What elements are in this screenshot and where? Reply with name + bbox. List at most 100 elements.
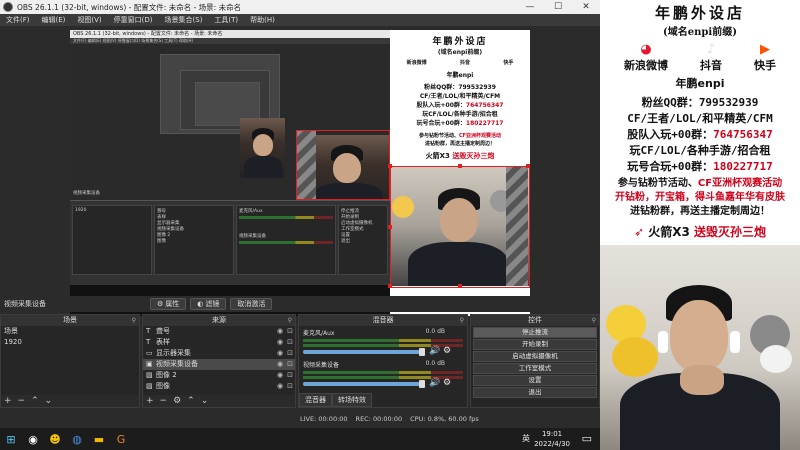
add-icon[interactable]: +: [146, 396, 154, 406]
start-virtual-camera-button[interactable]: 启动虚拟摄像机: [473, 351, 597, 362]
lock-icon[interactable]: ⊡: [285, 326, 295, 337]
dock-pin-icon[interactable]: ⚲: [592, 315, 596, 326]
eye-icon[interactable]: ◉: [275, 337, 285, 348]
speaker-icon[interactable]: 🔊: [429, 346, 440, 356]
source-item[interactable]: ▭ 显示器采集 ◉ ⊡: [143, 348, 295, 359]
scene-item[interactable]: 1920: [1, 337, 139, 348]
preview-area[interactable]: OBS 26.1.1 (32-bit, windows) - 配置文件: 未命名…: [0, 26, 600, 316]
lock-icon[interactable]: ⊡: [285, 337, 295, 348]
eye-icon[interactable]: ◉: [275, 326, 285, 337]
remove-icon[interactable]: −: [160, 396, 168, 406]
join-group-label: 股队入玩+00群：: [627, 128, 714, 141]
volume-slider[interactable]: [303, 380, 425, 388]
source-item[interactable]: T 聋号 ◉ ⊡: [143, 326, 295, 337]
canvas-qq-number: 799532939: [458, 84, 496, 91]
nested-control-item: 退出: [341, 239, 350, 244]
menu-view[interactable]: 视图(V): [71, 15, 107, 25]
arrow-up-icon[interactable]: ⌃: [187, 396, 195, 406]
dock-pin-icon[interactable]: ⚲: [460, 315, 464, 326]
tab-transitions[interactable]: 转场特效: [332, 393, 372, 407]
source-label: 聋号: [156, 327, 170, 335]
eye-icon[interactable]: ◉: [275, 348, 285, 359]
arrow-up-icon[interactable]: ⌃: [31, 396, 39, 406]
dock-pin-icon[interactable]: ⚲: [132, 315, 136, 326]
selection-box[interactable]: [390, 166, 530, 288]
lock-icon[interactable]: ⊡: [285, 381, 295, 392]
obs-app-icon[interactable]: ◉: [22, 428, 44, 450]
eye-icon[interactable]: ◉: [275, 359, 285, 370]
source-item[interactable]: ▨ 图像 2 ◉ ⊡: [143, 370, 295, 381]
menu-docks[interactable]: 停靠窗口(D): [108, 15, 159, 25]
studio-mode-button[interactable]: 工作室模式: [473, 363, 597, 374]
gear-icon[interactable]: ⚙: [443, 346, 451, 356]
remove-icon[interactable]: −: [18, 396, 26, 406]
folder-app-icon[interactable]: ▬: [88, 428, 110, 450]
menu-help[interactable]: 帮助(H): [244, 15, 281, 25]
maximize-button[interactable]: ☐: [544, 0, 572, 14]
resize-handle[interactable]: [458, 164, 462, 168]
settings-button[interactable]: 设置: [473, 375, 597, 386]
selected-source-name: 视频采集设备: [4, 300, 46, 308]
source-item-selected[interactable]: ▣ 视频采集设备 ◉ ⊡: [143, 359, 295, 370]
menu-edit[interactable]: 编辑(E): [36, 15, 72, 25]
social-weibo: ◕ 新浪微博: [624, 42, 668, 73]
nested-scenes: 1920: [72, 205, 152, 275]
deactivate-button[interactable]: 取消激活: [230, 298, 273, 310]
social-douyin: ♪ 抖音: [700, 42, 722, 73]
close-button[interactable]: ✕: [572, 0, 600, 14]
eye-icon[interactable]: ◉: [275, 381, 285, 392]
selection-box[interactable]: [296, 130, 390, 200]
promo-line2-c: 得斗鱼嘉年华有皮肤: [695, 192, 785, 203]
notification-icon[interactable]: ▭: [582, 432, 592, 445]
gear-icon: ⚙: [157, 300, 164, 308]
tiktok-icon: ♪: [706, 42, 716, 57]
canvas-social-weibo: 新浪微博: [406, 60, 427, 66]
properties-button[interactable]: ⚙ 属性: [150, 298, 187, 310]
filters-button[interactable]: ◐ 滤镜: [190, 298, 227, 310]
group-info: 粉丝QQ群：799532939 CF/王者/LOL/和平精英/CFM 股队入玩+…: [600, 95, 800, 175]
start-recording-button[interactable]: 开始录制: [473, 339, 597, 350]
lock-icon[interactable]: ⊡: [285, 359, 295, 370]
volume-slider-knob[interactable]: [419, 380, 425, 388]
arrow-down-icon[interactable]: ⌄: [45, 396, 53, 406]
overlay-title: 年鹏外设店: [654, 4, 745, 22]
lock-icon[interactable]: ⊡: [285, 348, 295, 359]
source-item[interactable]: T 表样 ◉ ⊡: [143, 337, 295, 348]
windows-start-icon[interactable]: ⊞: [0, 428, 22, 450]
tab-mixer[interactable]: 混音器: [299, 393, 332, 407]
lock-icon[interactable]: ⊡: [285, 370, 295, 381]
menu-file[interactable]: 文件(F): [0, 15, 36, 25]
stop-streaming-button[interactable]: 停止推流: [473, 327, 597, 338]
resize-handle[interactable]: [526, 164, 530, 168]
menu-tools[interactable]: 工具(T): [208, 15, 244, 25]
dock-pin-icon[interactable]: ⚲: [288, 315, 292, 326]
menu-scene-collection[interactable]: 场景集合(S): [159, 15, 209, 25]
system-clock[interactable]: 19:01 2022/4/30: [534, 429, 570, 449]
source-item[interactable]: ▨ 图像 ◉ ⊡: [143, 381, 295, 392]
volume-slider-knob[interactable]: [419, 348, 425, 356]
preview-canvas[interactable]: OBS 26.1.1 (32-bit, windows) - 配置文件: 未命名…: [70, 30, 530, 316]
resize-handle[interactable]: [388, 284, 392, 288]
filter-icon: ◐: [197, 300, 204, 308]
social-kuaishou: ▶ 快手: [754, 42, 776, 73]
scene-item[interactable]: 场景: [1, 326, 139, 337]
image-source-icon: ▨: [146, 382, 153, 390]
gear-icon[interactable]: ⚙: [173, 396, 181, 406]
arrow-down-icon[interactable]: ⌄: [201, 396, 209, 406]
browser-app-icon[interactable]: ◍: [66, 428, 88, 450]
clock-time: 19:01: [541, 430, 563, 438]
title-bar[interactable]: OBS 26.1.1 (32-bit, windows) - 配置文件: 未命名…: [0, 0, 600, 14]
eye-icon[interactable]: ◉: [275, 370, 285, 381]
game-app-icon[interactable]: ☻: [44, 428, 66, 450]
g-app-icon[interactable]: G: [110, 428, 132, 450]
resize-handle[interactable]: [458, 284, 462, 288]
resize-handle[interactable]: [388, 225, 392, 229]
add-icon[interactable]: +: [4, 396, 12, 406]
speaker-icon[interactable]: 🔊: [429, 378, 440, 388]
input-language-indicator[interactable]: 英: [522, 433, 530, 444]
gear-icon[interactable]: ⚙: [443, 378, 451, 388]
minimize-button[interactable]: —: [516, 0, 544, 14]
volume-slider[interactable]: [303, 348, 425, 356]
exit-button[interactable]: 退出: [473, 387, 597, 398]
status-bar: LIVE: 00:00:00 REC: 00:00:00 CPU: 0.8%, …: [0, 410, 600, 428]
